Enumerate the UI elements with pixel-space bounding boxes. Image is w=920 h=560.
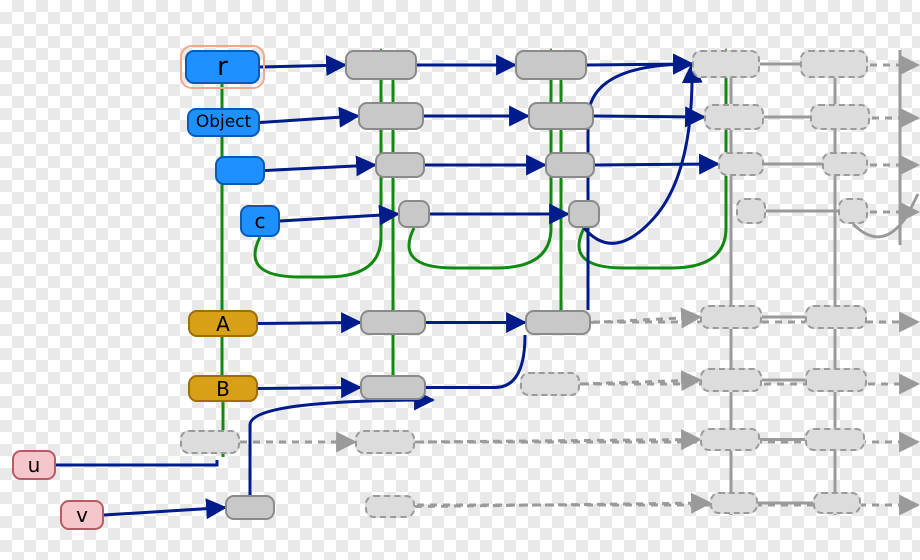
node-g2B bbox=[360, 375, 426, 400]
node-B: B bbox=[188, 375, 258, 402]
node-g2A bbox=[360, 310, 426, 335]
node-gh_v2 bbox=[365, 495, 415, 518]
node-gh5B bbox=[805, 368, 867, 392]
edge-u-drop bbox=[56, 460, 217, 465]
node-label-A: A bbox=[216, 314, 230, 334]
node-gh5r bbox=[800, 50, 868, 78]
node-g2c bbox=[398, 200, 430, 228]
node-label-v: v bbox=[76, 505, 88, 525]
node-gh4o bbox=[704, 104, 764, 130]
node-v: v bbox=[60, 500, 104, 530]
node-g2o bbox=[358, 102, 424, 130]
node-g2b bbox=[375, 152, 425, 178]
edge-B-g2B bbox=[258, 388, 360, 389]
node-gh4v bbox=[710, 492, 758, 514]
node-gh5A bbox=[805, 305, 867, 329]
edge-v-g2v bbox=[104, 508, 225, 516]
green-loop-0 bbox=[255, 50, 381, 277]
green-loop-1 bbox=[409, 50, 551, 268]
node-g2v bbox=[225, 495, 275, 520]
edge-g2B-toward-g3A bbox=[426, 335, 525, 388]
node-gh5u bbox=[805, 428, 865, 451]
node-gh4u bbox=[700, 428, 760, 451]
edge-r-g2r bbox=[260, 65, 345, 67]
node-label-c: c bbox=[255, 211, 266, 231]
node-gh4A bbox=[700, 305, 762, 329]
node-c: c bbox=[240, 205, 280, 237]
node-gh_u2 bbox=[355, 430, 415, 454]
node-label-Object: Object bbox=[196, 114, 251, 131]
node-label-r: r bbox=[217, 54, 228, 80]
node-label-u: u bbox=[28, 455, 41, 475]
green-loop-2 bbox=[579, 50, 726, 268]
node-A: A bbox=[188, 310, 258, 337]
node-gh_u1 bbox=[180, 430, 240, 454]
edge-A-g2A bbox=[258, 323, 360, 324]
edge-layer bbox=[0, 0, 920, 560]
node-gh4B bbox=[700, 368, 762, 392]
node-gh_B3 bbox=[520, 372, 580, 396]
diagram-canvas: r Object c A Bu v bbox=[0, 0, 920, 560]
edge-Object-g2o bbox=[260, 116, 358, 123]
node-g3b bbox=[545, 152, 595, 178]
node-gh5o bbox=[810, 104, 870, 130]
node-blankB bbox=[215, 156, 265, 185]
edge-g3b-gh4b bbox=[595, 164, 718, 165]
node-g2r bbox=[345, 50, 417, 80]
node-gh4b bbox=[718, 152, 764, 176]
node-Object: Object bbox=[187, 108, 260, 137]
node-gh5v bbox=[813, 492, 861, 514]
node-gh4c bbox=[736, 198, 766, 224]
node-gh4r bbox=[692, 50, 760, 78]
node-gh5b bbox=[822, 152, 868, 176]
node-g3c bbox=[568, 200, 600, 228]
edge-g3A-up-gh4 bbox=[588, 64, 692, 310]
node-g3A bbox=[525, 310, 591, 335]
edge-blankB-g2b bbox=[265, 165, 375, 171]
node-g3r bbox=[515, 50, 587, 80]
node-gh5c bbox=[838, 198, 868, 224]
edge-g3c-loop-gh4r bbox=[584, 64, 692, 243]
node-g3o bbox=[528, 102, 594, 130]
node-r: r bbox=[185, 50, 260, 84]
edge-g3o-gh4o bbox=[594, 116, 704, 117]
node-label-B: B bbox=[216, 379, 230, 399]
node-u: u bbox=[12, 450, 56, 480]
